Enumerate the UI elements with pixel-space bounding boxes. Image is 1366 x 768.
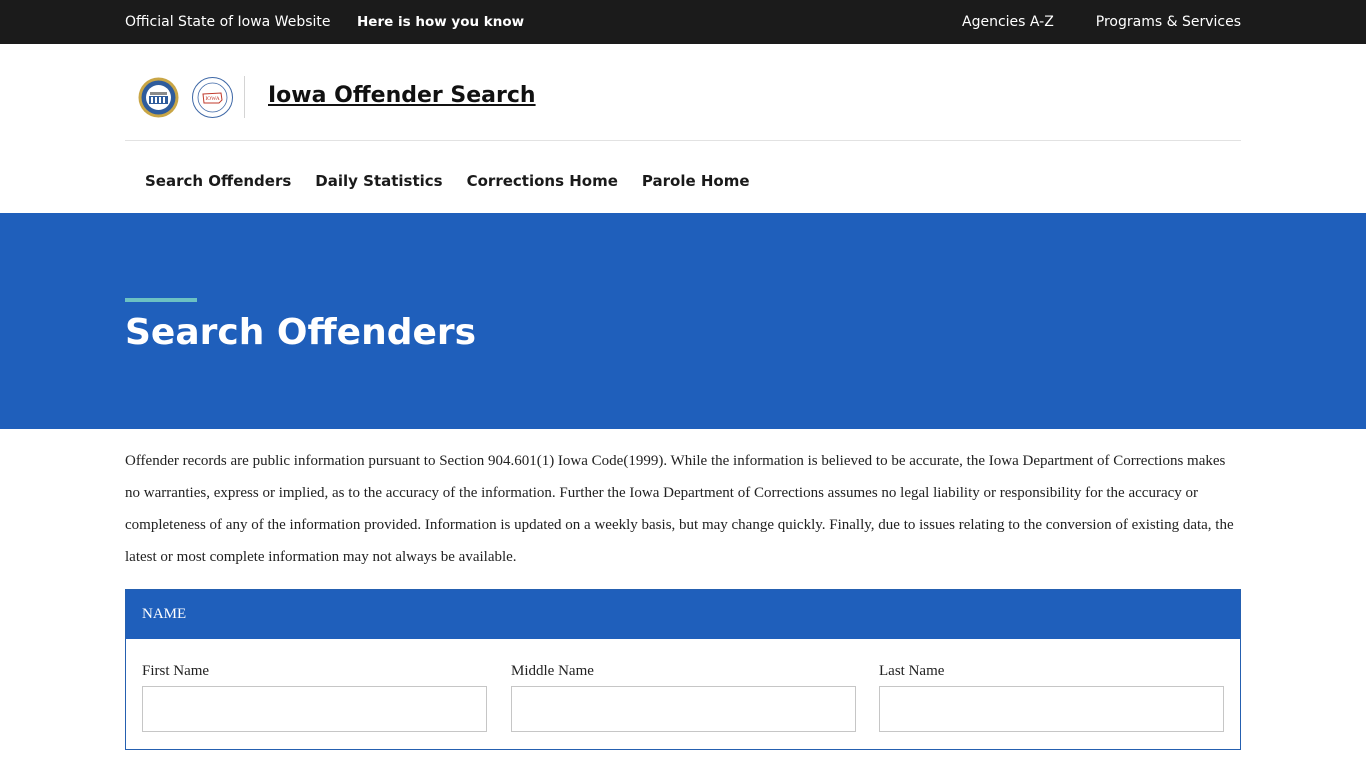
seal-2-text: IOWA xyxy=(205,96,219,102)
nav-parole-home[interactable]: Parole Home xyxy=(634,166,758,196)
agencies-az-link[interactable]: Agencies A-Z xyxy=(962,0,1054,44)
nav-corrections-home[interactable]: Corrections Home xyxy=(459,166,626,196)
last-name-label: Last Name xyxy=(879,663,945,679)
first-name-input[interactable] xyxy=(142,686,487,732)
middle-name-input[interactable] xyxy=(511,686,856,732)
page-hero: Search Offenders xyxy=(0,213,1366,429)
programs-services-link[interactable]: Programs & Services xyxy=(1096,0,1241,44)
doc-seal-icon[interactable] xyxy=(138,77,179,118)
first-name-group: First Name xyxy=(142,660,487,732)
page-title: Search Offenders xyxy=(125,312,477,353)
hero-accent-bar xyxy=(125,298,197,302)
how-you-know-link[interactable]: Here is how you know xyxy=(357,0,524,44)
last-name-input[interactable] xyxy=(879,686,1224,732)
official-site-label: Official State of Iowa Website xyxy=(125,14,331,30)
site-title[interactable]: Iowa Offender Search xyxy=(268,81,536,111)
last-name-group: Last Name xyxy=(879,660,1224,732)
nav-search-offenders[interactable]: Search Offenders xyxy=(125,166,299,196)
name-search-panel: NAME First Name Middle Name Last Name xyxy=(125,589,1241,750)
nav-daily-statistics[interactable]: Daily Statistics xyxy=(307,166,450,196)
panel-heading: NAME xyxy=(142,606,187,622)
official-site-banner: Official State of Iowa Website Here is h… xyxy=(0,0,1366,44)
middle-name-label: Middle Name xyxy=(511,663,594,679)
header-divider xyxy=(244,76,245,118)
main-nav: Search Offenders Daily Statistics Correc… xyxy=(125,166,762,196)
first-name-label: First Name xyxy=(142,663,210,679)
parole-board-seal-icon[interactable]: IOWA xyxy=(192,77,233,118)
disclaimer-text: Offender records are public information … xyxy=(125,453,1234,565)
header-divider-line xyxy=(125,140,1241,141)
panel-header: NAME xyxy=(126,590,1240,639)
middle-name-group: Middle Name xyxy=(511,660,856,732)
